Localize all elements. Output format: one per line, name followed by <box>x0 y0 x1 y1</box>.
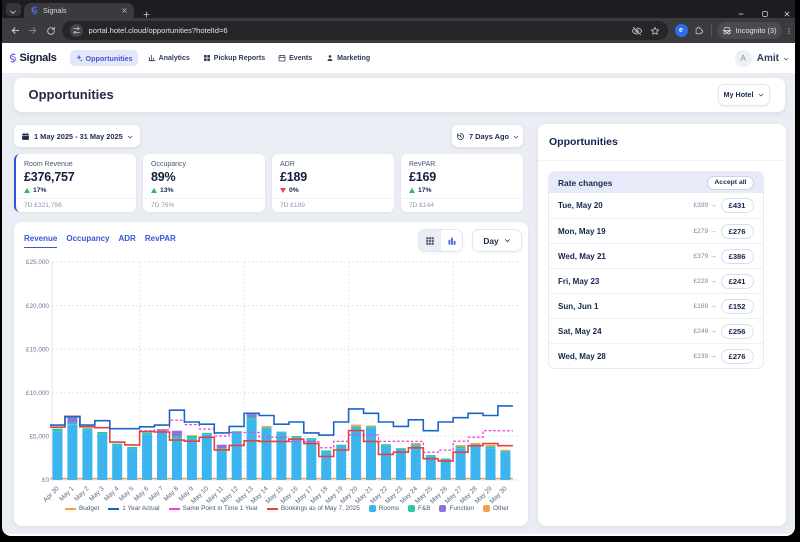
svg-text:May 5: May 5 <box>118 485 136 503</box>
svg-text:£10,000: £10,000 <box>26 390 50 397</box>
svg-text:May 6: May 6 <box>133 485 151 503</box>
svg-text:May 7: May 7 <box>148 485 166 503</box>
svg-text:£15,000: £15,000 <box>26 346 50 353</box>
svg-text:£25,000: £25,000 <box>26 259 50 266</box>
svg-text:May 30: May 30 <box>489 485 509 505</box>
svg-text:May 1: May 1 <box>58 485 76 503</box>
svg-text:Apr 30: Apr 30 <box>42 485 61 504</box>
svg-text:May 2: May 2 <box>73 485 91 503</box>
svg-text:£0: £0 <box>42 477 50 484</box>
svg-text:£5,000: £5,000 <box>29 434 49 441</box>
svg-text:May 3: May 3 <box>88 485 106 503</box>
svg-text:May 8: May 8 <box>163 485 181 503</box>
svg-text:May 4: May 4 <box>103 485 121 503</box>
svg-text:£20,000: £20,000 <box>26 303 50 310</box>
